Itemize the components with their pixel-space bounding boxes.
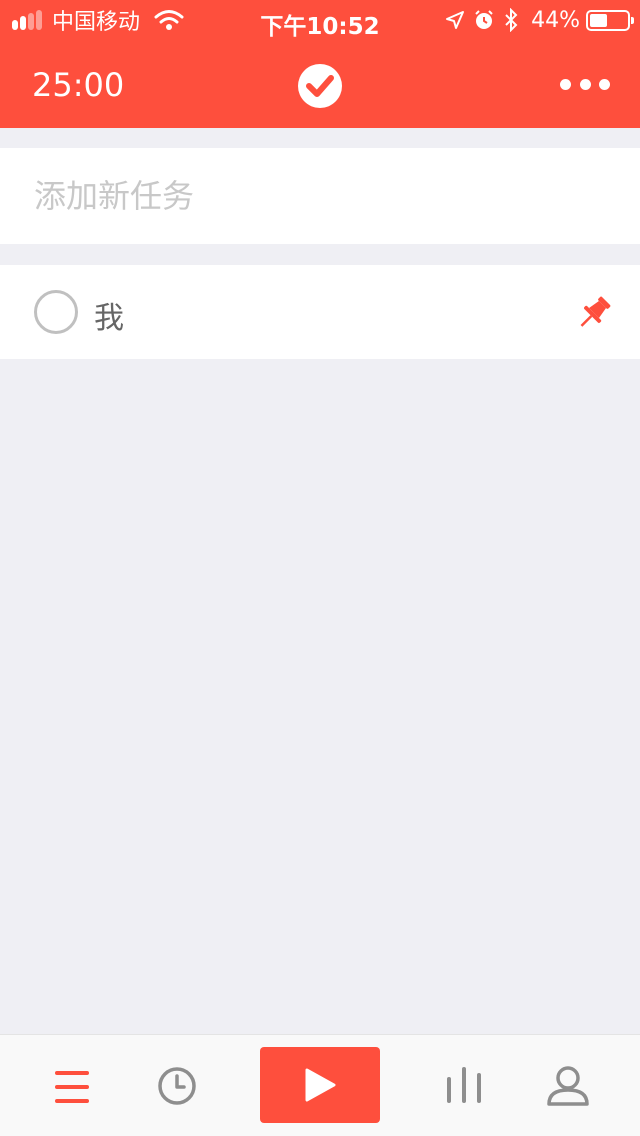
location-icon — [446, 11, 465, 29]
add-task-bar — [0, 148, 640, 244]
tab-bar — [0, 1034, 640, 1136]
battery-percent: 44% — [531, 7, 580, 33]
alarm-icon — [475, 10, 493, 29]
more-dot — [579, 78, 591, 90]
add-task-input[interactable] — [34, 170, 614, 222]
clock-icon — [158, 1067, 196, 1105]
bluetooth-icon — [505, 8, 518, 32]
status-bar: 中国移动 下午10:52 44% — [0, 0, 640, 40]
task-checkbox[interactable] — [34, 290, 78, 334]
play-button[interactable] — [260, 1047, 380, 1123]
battery-tip — [631, 16, 634, 24]
tab-stats[interactable] — [444, 1065, 484, 1105]
timer-display[interactable]: 25:00 — [32, 66, 124, 104]
battery-fill — [590, 13, 607, 27]
tab-profile[interactable] — [546, 1065, 590, 1107]
status-right: 44% — [437, 7, 634, 33]
check-circle-icon — [298, 64, 342, 108]
stats-icon — [447, 1067, 481, 1103]
tab-clock[interactable] — [156, 1065, 198, 1107]
pin-icon[interactable] — [574, 293, 614, 333]
play-icon — [305, 1068, 336, 1102]
more-icon[interactable] — [560, 72, 610, 96]
profile-icon — [547, 1066, 589, 1106]
more-dot — [599, 78, 610, 90]
tab-list[interactable] — [52, 1067, 92, 1107]
task-row[interactable]: 我 — [0, 265, 640, 359]
task-label: 我 — [94, 301, 124, 336]
list-icon — [55, 1071, 89, 1103]
battery-icon — [586, 9, 634, 31]
more-dot — [560, 78, 571, 90]
app-header: 中国移动 下午10:52 44% 25:00 — [0, 0, 640, 128]
